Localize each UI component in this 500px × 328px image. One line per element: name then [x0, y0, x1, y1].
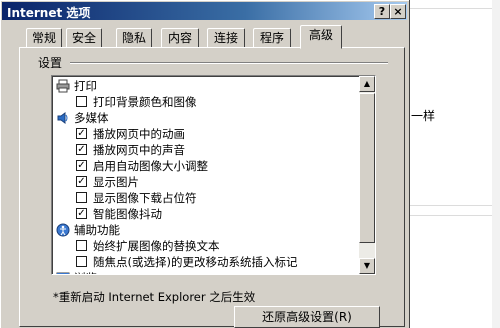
option-move-caret-with-focus[interactable]: 随焦点(或选择)的更改移动系统插入标记	[52, 254, 357, 270]
option-play-animations[interactable]: ✓ 播放网页中的动画	[52, 126, 357, 142]
close-button[interactable]: ×	[390, 4, 406, 19]
option-label: 播放网页中的动画	[93, 127, 185, 141]
scroll-down-button[interactable]: ▼	[359, 258, 375, 274]
checkbox-checked[interactable]: ✓	[76, 144, 87, 155]
category-printing: 打印	[52, 78, 357, 94]
tab-general[interactable]: 常规	[26, 28, 62, 49]
browse-icon	[56, 271, 70, 274]
option-label: 播放网页中的声音	[93, 143, 185, 157]
category-multimedia: 多媒体	[52, 110, 357, 126]
background-page-text: 一样	[411, 109, 436, 123]
checkbox[interactable]	[76, 256, 87, 267]
category-label: 辅助功能	[74, 223, 120, 237]
restart-note: *重新启动 Internet Explorer 之后生效	[53, 290, 256, 304]
option-play-sounds[interactable]: ✓ 播放网页中的声音	[52, 142, 357, 158]
settings-group-divider	[70, 62, 388, 63]
category-label: 多媒体	[74, 111, 109, 125]
restore-advanced-settings-button[interactable]: 还原高级设置(R)	[234, 306, 380, 328]
option-label: 打印背景颜色和图像	[93, 95, 197, 109]
tab-connections[interactable]: 连接	[207, 28, 245, 49]
checkbox-checked[interactable]: ✓	[76, 208, 87, 219]
printer-icon	[56, 79, 70, 93]
option-label: 启用自动图像大小调整	[93, 159, 208, 173]
option-show-pictures[interactable]: ✓ 显示图片	[52, 174, 357, 190]
accessibility-icon	[56, 223, 70, 237]
option-print-background[interactable]: 打印背景颜色和图像	[52, 94, 357, 110]
multimedia-icon	[56, 111, 70, 125]
checkbox[interactable]	[76, 240, 87, 251]
category-label: 打印	[74, 79, 97, 93]
tab-programs[interactable]: 程序	[253, 28, 291, 49]
background-divider	[410, 205, 500, 206]
tab-content[interactable]: 内容	[161, 28, 199, 49]
checkbox-checked[interactable]: ✓	[76, 176, 87, 187]
category-accessibility: 辅助功能	[52, 222, 357, 238]
tab-security[interactable]: 安全	[66, 28, 102, 49]
option-smart-dithering[interactable]: ✓ 智能图像抖动	[52, 206, 357, 222]
category-label: 浏览	[74, 270, 97, 274]
option-label: 显示图像下载占位符	[93, 191, 197, 205]
help-button[interactable]: ?	[374, 4, 390, 19]
scroll-thumb[interactable]	[359, 93, 375, 243]
option-label: 始终扩展图像的替换文本	[93, 239, 220, 253]
option-label: 智能图像抖动	[93, 207, 162, 221]
settings-group-label: 设置	[38, 56, 63, 70]
option-image-placeholders[interactable]: 显示图像下载占位符	[52, 190, 357, 206]
option-expand-alt-text[interactable]: 始终扩展图像的替换文本	[52, 238, 357, 254]
option-label: 显示图片	[93, 175, 139, 189]
background-divider	[410, 215, 500, 216]
title-bar[interactable]: Internet 选项 ? ×	[2, 2, 407, 20]
scroll-up-button[interactable]: ▲	[359, 76, 375, 92]
checkbox-checked[interactable]: ✓	[76, 160, 87, 171]
settings-list[interactable]: 打印 打印背景颜色和图像 多媒体 ✓ 播放网页中的动画 ✓ 播放网页中的声音 ✓…	[51, 75, 376, 275]
checkbox[interactable]	[76, 192, 87, 203]
tab-privacy[interactable]: 隐私	[116, 28, 152, 49]
category-browsing: 浏览	[52, 270, 357, 274]
tab-advanced[interactable]: 高级	[300, 25, 342, 49]
option-auto-image-resize[interactable]: ✓ 启用自动图像大小调整	[52, 158, 357, 174]
checkbox[interactable]	[76, 96, 87, 107]
option-label: 随焦点(或选择)的更改移动系统插入标记	[93, 255, 298, 269]
background-divider	[410, 8, 500, 9]
internet-options-dialog: Internet 选项 ? × 常规 安全 隐私 内容 连接 程序 高级 设置 …	[0, 0, 410, 328]
background-scrollbar[interactable]	[492, 0, 500, 328]
checkbox-checked[interactable]: ✓	[76, 128, 87, 139]
dialog-title: Internet 选项	[7, 6, 91, 20]
settings-scrollbar[interactable]: ▲ ▼	[359, 76, 375, 274]
